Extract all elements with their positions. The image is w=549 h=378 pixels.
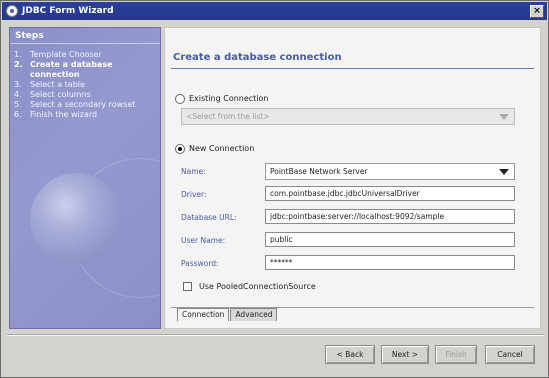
step-item-active: 2. Create a database connection bbox=[14, 60, 158, 80]
tab-strip: Connection Advanced bbox=[177, 308, 278, 321]
name-label: Name: bbox=[181, 167, 206, 176]
existing-connection-select[interactable]: <Select from the list> bbox=[181, 108, 515, 125]
app-icon bbox=[6, 5, 18, 17]
name-select-value: PointBase Network Server bbox=[270, 167, 368, 176]
step-number: 1. bbox=[14, 50, 22, 59]
step-number: 3. bbox=[14, 80, 22, 89]
steps-panel: Steps 1. Template Chooser 2. Create a da… bbox=[9, 27, 161, 329]
database-url-field[interactable]: jdbc:pointbase:server://localhost:9092/s… bbox=[265, 209, 515, 224]
new-connection-label: New Connection bbox=[189, 144, 255, 153]
driver-label: Driver: bbox=[181, 190, 207, 199]
step-label: Select columns bbox=[30, 90, 91, 99]
step-item: 6. Finish the wizard bbox=[14, 110, 158, 120]
existing-connection-placeholder: <Select from the list> bbox=[186, 112, 270, 121]
step-label: Finish the wizard bbox=[30, 110, 98, 119]
existing-connection-label: Existing Connection bbox=[189, 94, 269, 103]
finish-button[interactable]: Finish bbox=[435, 345, 477, 364]
title-divider bbox=[171, 68, 534, 69]
new-connection-radio[interactable] bbox=[175, 144, 185, 154]
step-item: 4. Select columns bbox=[14, 90, 158, 100]
window-title: JDBC Form Wizard bbox=[22, 6, 114, 16]
content-panel: Create a database connection Existing Co… bbox=[164, 27, 541, 329]
step-item: 1. Template Chooser bbox=[14, 50, 158, 60]
step-number: 5. bbox=[14, 100, 22, 109]
driver-field[interactable]: com.pointbase.jdbc.jdbcUniversalDriver bbox=[265, 186, 515, 201]
tab-connection[interactable]: Connection bbox=[177, 308, 230, 321]
step-item: 3. Select a table bbox=[14, 80, 158, 90]
cancel-button[interactable]: Cancel bbox=[485, 345, 535, 364]
chevron-down-icon bbox=[499, 169, 509, 175]
step-number: 2. bbox=[14, 60, 23, 69]
wizard-window: JDBC Form Wizard × Steps 1. Template Cho… bbox=[0, 0, 549, 378]
step-number: 4. bbox=[14, 90, 22, 99]
steps-list: 1. Template Chooser 2. Create a database… bbox=[14, 50, 158, 120]
password-label: Password: bbox=[181, 259, 219, 268]
next-button[interactable]: Next > bbox=[381, 345, 429, 364]
step-label: Select a secondary rowset bbox=[30, 100, 136, 109]
chevron-down-icon bbox=[499, 114, 509, 120]
close-button[interactable]: × bbox=[530, 4, 544, 18]
title-bar[interactable]: JDBC Form Wizard × bbox=[2, 2, 547, 20]
user-name-field[interactable]: public bbox=[265, 232, 515, 247]
pooled-connection-checkbox[interactable] bbox=[183, 282, 192, 291]
existing-connection-radio[interactable] bbox=[175, 94, 185, 104]
step-label: Select a table bbox=[30, 80, 85, 89]
user-name-label: User Name: bbox=[181, 236, 226, 245]
tab-advanced[interactable]: Advanced bbox=[230, 308, 278, 321]
step-label: Create a database connection bbox=[30, 60, 113, 79]
steps-header: Steps bbox=[10, 28, 160, 44]
back-button[interactable]: < Back bbox=[325, 345, 375, 364]
step-label: Template Chooser bbox=[30, 50, 102, 59]
page-title: Create a database connection bbox=[173, 52, 342, 63]
password-field[interactable]: ****** bbox=[265, 255, 515, 270]
pooled-connection-label: Use PooledConnectionSource bbox=[199, 282, 316, 291]
decorative-orb bbox=[30, 173, 122, 265]
database-url-label: Database URL: bbox=[181, 213, 237, 222]
step-item: 5. Select a secondary rowset bbox=[14, 100, 158, 110]
footer-divider-highlight bbox=[7, 335, 544, 336]
name-select[interactable]: PointBase Network Server bbox=[265, 163, 515, 180]
step-number: 6. bbox=[14, 110, 22, 119]
